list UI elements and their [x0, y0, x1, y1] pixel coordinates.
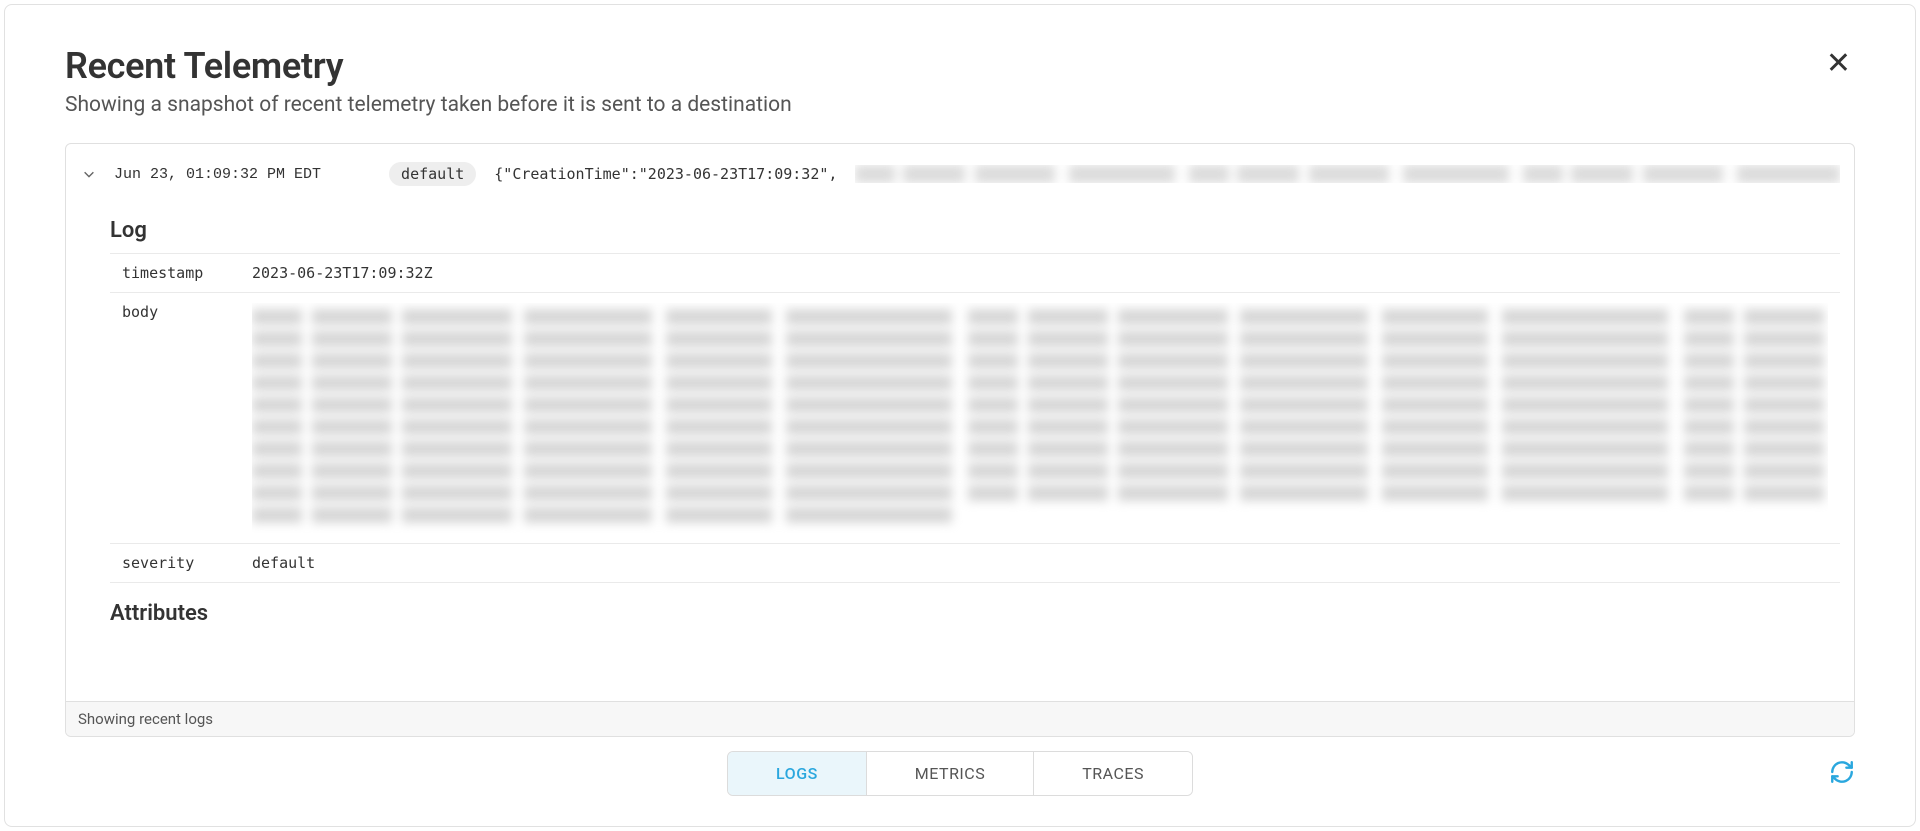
- tab-traces[interactable]: TRACES: [1034, 752, 1192, 795]
- header-row: Recent Telemetry Showing a snapshot of r…: [65, 45, 1855, 117]
- entry-timestamp: Jun 23, 01:09:32 PM EDT: [114, 166, 321, 183]
- chevron-down-icon: [82, 167, 96, 181]
- telemetry-panel: Jun 23, 01:09:32 PM EDT default {"Creati…: [65, 143, 1855, 737]
- bottom-controls: LOGS METRICS TRACES: [65, 751, 1855, 796]
- log-field-timestamp-row: timestamp 2023-06-23T17:09:32Z: [110, 254, 1840, 293]
- log-section-title: Log: [110, 218, 1840, 243]
- telemetry-type-tabs: LOGS METRICS TRACES: [727, 751, 1193, 796]
- log-field-value: 2023-06-23T17:09:32Z: [240, 254, 1840, 293]
- log-entry-row[interactable]: Jun 23, 01:09:32 PM EDT default {"Creati…: [80, 158, 1840, 190]
- refresh-icon: [1829, 759, 1855, 789]
- status-text: Showing recent logs: [78, 710, 213, 728]
- tab-logs[interactable]: LOGS: [728, 752, 867, 795]
- header-text: Recent Telemetry Showing a snapshot of r…: [65, 45, 792, 117]
- close-icon: ✕: [1826, 46, 1851, 81]
- page-title: Recent Telemetry: [65, 45, 792, 87]
- log-field-key: severity: [110, 544, 240, 583]
- page-subtitle: Showing a snapshot of recent telemetry t…: [65, 93, 792, 117]
- entry-json-preview-redacted: [855, 165, 1840, 183]
- log-field-severity-row: severity default: [110, 544, 1840, 583]
- log-field-value-redacted: [240, 293, 1840, 544]
- log-field-body-row: body: [110, 293, 1840, 544]
- severity-badge: default: [389, 162, 476, 186]
- log-field-key: timestamp: [110, 254, 240, 293]
- close-button[interactable]: ✕: [1822, 45, 1855, 83]
- log-field-value: default: [240, 544, 1840, 583]
- panel-status-bar: Showing recent logs: [66, 701, 1854, 736]
- tab-metrics[interactable]: METRICS: [867, 752, 1034, 795]
- entry-json-preview: {"CreationTime":"2023-06-23T17:09:32",: [494, 165, 837, 183]
- refresh-button[interactable]: [1829, 759, 1855, 789]
- log-field-key: body: [110, 293, 240, 544]
- telemetry-window: Recent Telemetry Showing a snapshot of r…: [4, 4, 1916, 827]
- log-fields-table: timestamp 2023-06-23T17:09:32Z body: [110, 253, 1840, 583]
- attributes-section-title: Attributes: [110, 601, 1840, 623]
- telemetry-scroll-area[interactable]: Jun 23, 01:09:32 PM EDT default {"Creati…: [66, 144, 1854, 701]
